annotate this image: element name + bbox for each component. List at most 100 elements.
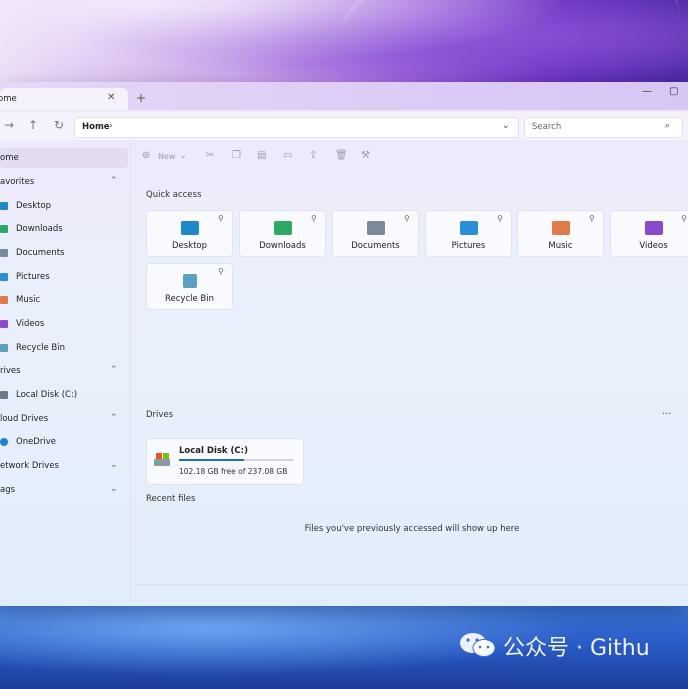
sidebar-section-drives[interactable]: rives ⌃ <box>0 361 128 381</box>
address-toolbar: → ↑ ↻ Home › ⌄ Search ⌕ <box>0 112 688 140</box>
status-divider <box>136 584 688 585</box>
chevron-down-icon[interactable]: ⌄ <box>502 121 510 131</box>
sidebar-item-local-disk[interactable]: Local Disk (C:) <box>0 385 128 405</box>
wallpaper-top <box>0 0 688 90</box>
new-button[interactable]: New <box>158 152 175 161</box>
chevron-up-icon[interactable]: ⌃ <box>110 365 118 375</box>
sidebar-item-label: rives <box>0 366 21 376</box>
sidebar-item-label: Videos <box>16 319 45 329</box>
quick-access-documents[interactable]: ⚲ Documents <box>332 210 419 257</box>
sidebar-section-network-drives[interactable]: etwork Drives ⌄ <box>0 456 128 476</box>
quick-access-label: Recycle Bin <box>164 294 214 304</box>
music-folder-icon <box>552 221 570 235</box>
watermark-text: 公众号 · Githu <box>503 636 650 661</box>
sidebar-item-recycle-bin[interactable]: Recycle Bin <box>0 338 128 358</box>
sidebar-item-videos[interactable]: Videos <box>0 314 128 334</box>
rename-icon[interactable]: ▭ <box>283 150 292 161</box>
sidebar-item-home[interactable]: ome <box>0 148 128 168</box>
recent-files-empty-message: Files you've previously accessed will sh… <box>304 524 520 534</box>
pin-icon[interactable]: ⚲ <box>497 214 503 223</box>
quick-access-downloads[interactable]: ⚲ Downloads <box>239 210 326 257</box>
chevron-down-icon[interactable]: ⌄ <box>180 151 187 160</box>
quick-access-pictures[interactable]: ⚲ Pictures <box>425 210 512 257</box>
drive-size-text: 102.18 GB free of 237.08 GB <box>179 467 288 476</box>
chevron-down-icon[interactable]: ⌄ <box>110 484 118 494</box>
videos-folder-icon <box>645 221 663 235</box>
new-tab-button[interactable]: + <box>136 91 146 105</box>
copy-icon[interactable]: ❐ <box>232 150 241 161</box>
sidebar-item-label: loud Drives <box>0 414 49 424</box>
pin-icon[interactable]: ⚲ <box>218 267 224 276</box>
quick-access-desktop[interactable]: ⚲ Desktop <box>146 210 233 257</box>
address-bar[interactable]: Home › ⌄ <box>74 117 519 138</box>
pin-icon[interactable]: ⚲ <box>404 214 410 223</box>
sidebar-section-favorites[interactable]: avorites ⌃ <box>0 172 128 192</box>
sidebar-item-label: Desktop <box>16 201 52 211</box>
quick-access-recycle-bin[interactable]: ⚲ Recycle Bin <box>146 263 233 310</box>
sidebar-item-music[interactable]: Music <box>0 290 128 310</box>
recycle-bin-icon <box>0 344 8 352</box>
desktop-folder-icon <box>0 202 8 210</box>
videos-folder-icon <box>0 320 8 328</box>
tab-home[interactable]: ome ✕ <box>0 88 128 110</box>
local-disk-icon <box>154 453 170 466</box>
pin-icon[interactable]: ⚲ <box>681 214 687 223</box>
chevron-right-icon: › <box>109 121 113 131</box>
search-icon[interactable]: ⌕ <box>665 121 670 131</box>
downloads-folder-icon <box>274 221 292 235</box>
quick-access-label: Documents <box>351 241 400 251</box>
wechat-logo-icon <box>460 633 496 657</box>
sidebar: ome avorites ⌃ Desktop Downloads Documen… <box>0 142 130 606</box>
sidebar-divider <box>130 142 131 606</box>
sidebar-item-label: OneDrive <box>16 437 56 447</box>
documents-folder-icon <box>0 249 8 257</box>
pin-icon[interactable]: ⚲ <box>218 214 224 223</box>
recycle-bin-icon <box>183 274 197 288</box>
tab-close-icon[interactable]: ✕ <box>107 92 115 103</box>
chevron-down-icon[interactable]: ⌄ <box>110 460 118 470</box>
quick-access-label: Videos <box>639 241 668 251</box>
tab-bar: ome ✕ + — ▢ <box>0 82 688 110</box>
search-input[interactable]: Search ⌕ <box>524 117 683 138</box>
sidebar-section-cloud-drives[interactable]: loud Drives ⌃ <box>0 409 128 429</box>
paste-icon[interactable]: ▤ <box>257 150 266 161</box>
pin-icon[interactable]: ⚲ <box>311 214 317 223</box>
sidebar-item-label: Pictures <box>16 272 50 282</box>
more-options-icon[interactable]: ··· <box>662 409 672 420</box>
chevron-up-icon[interactable]: ⌃ <box>110 176 118 186</box>
pictures-folder-icon <box>460 221 478 235</box>
sidebar-item-pictures[interactable]: Pictures <box>0 267 128 287</box>
main-content: Quick access ⚲ Desktop ⚲ Downloads ⚲ Doc… <box>136 172 688 602</box>
up-icon[interactable]: ↑ <box>28 118 38 132</box>
sidebar-item-label: avorites <box>0 177 35 187</box>
quick-access-music[interactable]: ⚲ Music <box>517 210 604 257</box>
drive-usage-bar <box>179 459 293 461</box>
recent-files-title: Recent files <box>146 494 196 504</box>
quick-access-videos[interactable]: ⚲ Videos <box>610 210 688 257</box>
breadcrumb-home[interactable]: Home <box>82 122 110 132</box>
new-plus-icon[interactable]: ⊕ <box>142 150 150 161</box>
share-icon[interactable]: ⇪ <box>309 150 317 161</box>
sidebar-item-downloads[interactable]: Downloads <box>0 219 128 239</box>
search-placeholder: Search <box>532 122 562 132</box>
forward-icon[interactable]: → <box>4 118 14 132</box>
maximize-button[interactable]: ▢ <box>669 86 678 97</box>
sidebar-item-documents[interactable]: Documents <box>0 243 128 263</box>
sidebar-item-label: ags <box>0 485 16 495</box>
drive-name: Local Disk (C:) <box>179 446 248 456</box>
pin-icon[interactable]: ⚲ <box>589 214 595 223</box>
chevron-up-icon[interactable]: ⌃ <box>110 413 118 423</box>
sidebar-item-desktop[interactable]: Desktop <box>0 196 128 216</box>
sidebar-item-label: Recycle Bin <box>16 343 66 353</box>
sidebar-item-onedrive[interactable]: OneDrive <box>0 432 128 452</box>
drive-usage-fill <box>179 459 244 461</box>
refresh-icon[interactable]: ↻ <box>54 118 64 132</box>
documents-folder-icon <box>367 221 385 235</box>
properties-icon[interactable]: ⚒ <box>361 150 370 161</box>
quick-access-label: Desktop <box>171 241 208 251</box>
cut-icon[interactable]: ✂ <box>206 150 214 161</box>
delete-icon[interactable]: 🗑 <box>335 150 348 161</box>
drive-card-local-disk[interactable]: Local Disk (C:) 102.18 GB free of 237.08… <box>146 438 304 485</box>
minimize-button[interactable]: — <box>642 86 652 97</box>
sidebar-section-tags[interactable]: ags ⌄ <box>0 480 128 500</box>
